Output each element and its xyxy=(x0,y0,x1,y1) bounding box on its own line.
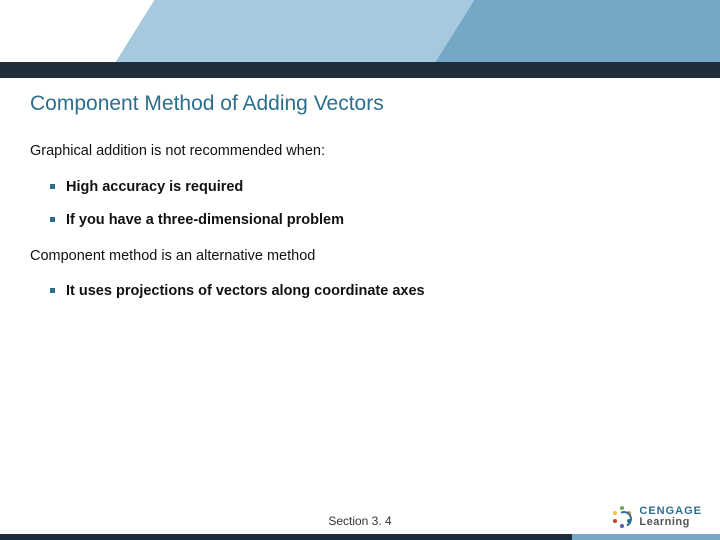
bullet-list-2: It uses projections of vectors along coo… xyxy=(30,282,690,302)
slide-title: Component Method of Adding Vectors xyxy=(30,92,690,116)
list-item: If you have a three-dimensional problem xyxy=(50,211,690,231)
logo-text: CENGAGE Learning xyxy=(639,506,702,528)
banner-shape-dark xyxy=(436,0,720,62)
content-area: Component Method of Adding Vectors Graph… xyxy=(0,78,720,302)
footer: Section 3. 4 CENGAGE Learning xyxy=(0,510,720,540)
list-item: High accuracy is required xyxy=(50,178,690,198)
brand-logo: CENGAGE Learning xyxy=(611,506,702,528)
header-banner xyxy=(0,0,720,78)
logo-icon xyxy=(611,506,633,528)
banner-bar xyxy=(0,62,720,78)
bullet-list-1: High accuracy is required If you have a … xyxy=(30,178,690,231)
list-item: It uses projections of vectors along coo… xyxy=(50,282,690,302)
brand-line-2: Learning xyxy=(639,517,702,528)
paragraph-2: Component method is an alternative metho… xyxy=(30,247,690,267)
paragraph-1: Graphical addition is not recommended wh… xyxy=(30,142,690,162)
footer-bar xyxy=(0,534,720,540)
